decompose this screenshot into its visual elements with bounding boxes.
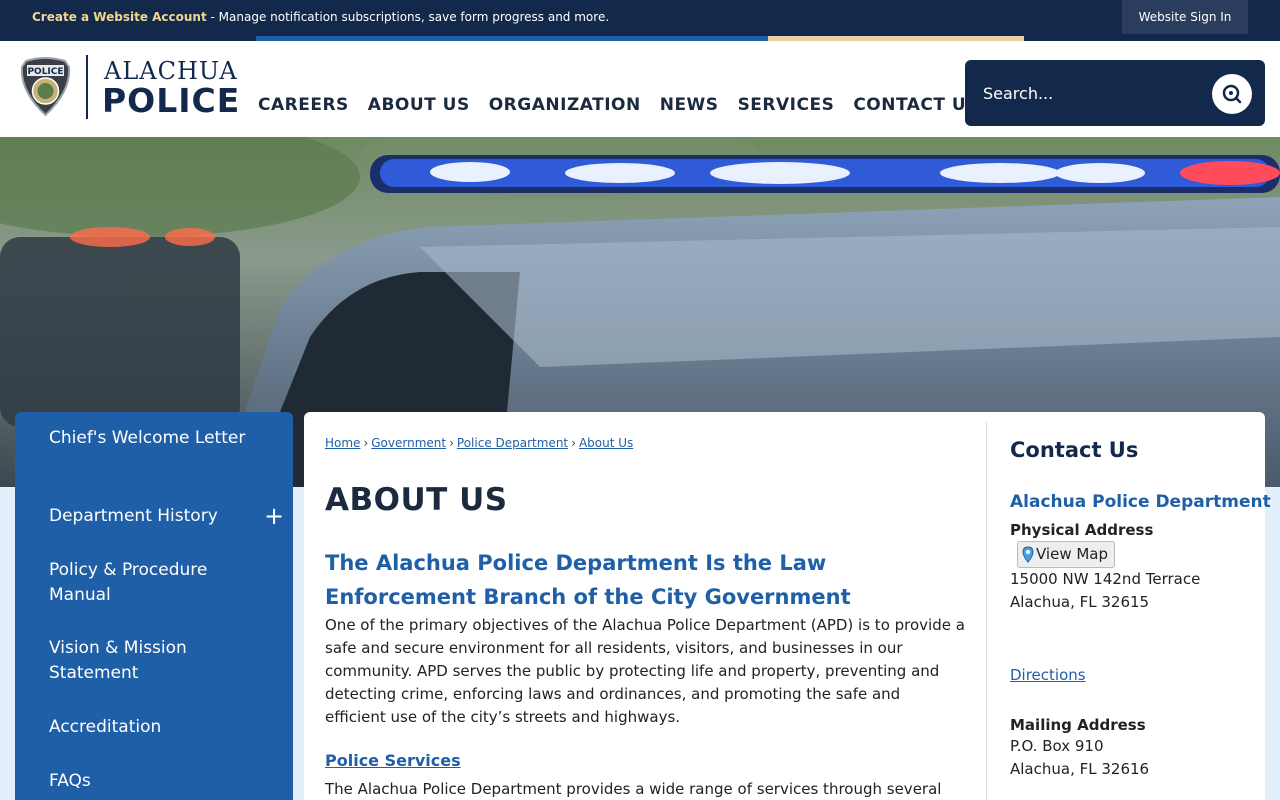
breadcrumb-government[interactable]: Government — [371, 436, 446, 450]
physical-address-label: Physical Address — [1010, 521, 1154, 539]
police-services-link[interactable]: Police Services — [325, 751, 461, 770]
search-button[interactable] — [1212, 74, 1252, 114]
side-navigation: Chief's Welcome Letter Department Histor… — [15, 412, 293, 800]
logo-line-2[interactable]: POLICE — [102, 81, 240, 120]
nav-about-us[interactable]: ABOUT US — [368, 95, 470, 115]
main-nav: CAREERS ABOUT US ORGANIZATION NEWS SERVI… — [258, 95, 979, 115]
sidebar-item-accreditation[interactable]: Accreditation — [49, 715, 249, 740]
breadcrumb-separator: › — [363, 436, 369, 450]
breadcrumb-separator: › — [449, 436, 454, 450]
create-account-link[interactable]: Create a Website Account — [32, 10, 207, 24]
column-divider — [986, 422, 987, 800]
intro-paragraph: One of the primary objectives of the Ala… — [325, 616, 965, 726]
view-map-label: View Map — [1036, 545, 1109, 563]
sidebar-item-vision-mission[interactable]: Vision & Mission Statement — [49, 636, 249, 686]
section-subheading: The Alachua Police Department Is the Law… — [325, 551, 851, 609]
logo-divider — [86, 55, 88, 119]
notification-message: Create a Website Account - Manage notifi… — [32, 10, 609, 24]
sidebar-item-department-history[interactable]: Department History — [49, 504, 249, 529]
sidebar-item-faqs[interactable]: FAQs — [49, 769, 249, 794]
notification-text: - Manage notification subscriptions, sav… — [206, 10, 610, 24]
mailing-address-label: Mailing Address — [1010, 716, 1146, 734]
svg-text:POLICE: POLICE — [27, 67, 63, 77]
physical-address-line-2: Alachua, FL 32615 — [1010, 593, 1150, 611]
sidebar-item-chiefs-welcome[interactable]: Chief's Welcome Letter — [49, 426, 249, 451]
nav-services[interactable]: SERVICES — [738, 95, 835, 115]
breadcrumb-home[interactable]: Home — [325, 436, 360, 450]
sidebar-item-policy-manual[interactable]: Policy & Procedure Manual — [49, 558, 249, 608]
breadcrumb-about-us[interactable]: About Us — [579, 436, 633, 450]
sign-in-button[interactable]: Website Sign In — [1122, 0, 1248, 34]
nav-contact-us[interactable]: CONTACT US — [853, 95, 979, 115]
map-pin-icon — [1022, 546, 1034, 563]
breadcrumb: Home › Government › Police Department › About … — [325, 436, 633, 450]
breadcrumb-police-department[interactable]: Police Department — [457, 436, 568, 450]
nav-news[interactable]: NEWS — [660, 95, 719, 115]
nav-careers[interactable]: CAREERS — [258, 95, 349, 115]
mailing-address-line-1: P.O. Box 910 — [1010, 737, 1104, 755]
search-box — [965, 60, 1265, 126]
search-icon — [1222, 84, 1242, 104]
page-title: ABOUT US — [325, 482, 508, 518]
directions-link[interactable]: Directions — [1010, 666, 1086, 684]
contact-title: Contact Us — [1010, 438, 1139, 462]
services-paragraph: The Alachua Police Department provides a… — [325, 780, 942, 798]
site-header: POLICE ALACHUA POLICE CAREERS ABOUT US O… — [0, 41, 1280, 137]
notification-bar: Create a Website Account - Manage notifi… — [0, 0, 1280, 36]
search-input[interactable] — [983, 78, 1203, 108]
main-content: Home › Government › Police Department › About … — [304, 412, 1271, 800]
contact-org-name: Alachua Police Department — [1010, 492, 1271, 512]
mailing-address-line-2: Alachua, FL 32616 — [1010, 760, 1150, 778]
physical-address-line-1: 15000 NW 142nd Terrace — [1010, 570, 1201, 588]
expand-icon[interactable]: + — [264, 504, 284, 528]
view-map-button[interactable]: View Map — [1017, 541, 1115, 568]
police-badge-icon[interactable]: POLICE — [20, 57, 71, 117]
nav-organization[interactable]: ORGANIZATION — [489, 95, 641, 115]
breadcrumb-separator: › — [571, 436, 576, 450]
